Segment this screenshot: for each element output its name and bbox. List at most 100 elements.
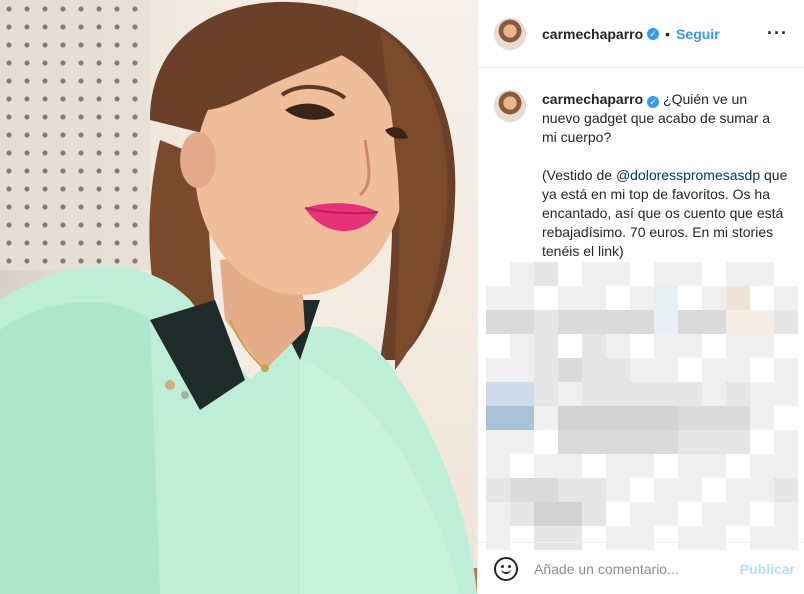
blur-tile	[726, 262, 750, 286]
blur-tile	[678, 406, 702, 430]
blur-tile	[534, 454, 558, 478]
blur-tile	[582, 262, 606, 286]
blur-tile	[774, 454, 798, 478]
blur-tile	[606, 310, 630, 334]
blur-tile	[534, 334, 558, 358]
caption-verified-badge-icon: ✓	[647, 96, 660, 108]
blur-tile	[606, 382, 630, 406]
blur-tile	[534, 358, 558, 382]
blur-tile	[702, 454, 726, 478]
separator-dot: •	[665, 25, 671, 42]
blur-tile	[582, 406, 606, 430]
blur-tile	[726, 382, 750, 406]
comment-input[interactable]	[534, 560, 740, 577]
mention-link[interactable]: @doloresspromesasdp	[616, 167, 760, 183]
blur-tile	[654, 358, 678, 382]
post-side-panel: carmechaparro ✓ • Seguir ··· carmechapar…	[477, 0, 804, 594]
blur-tile	[534, 382, 558, 406]
comment-bar: Publicar	[478, 542, 804, 594]
blur-tile	[534, 406, 558, 430]
blur-tile	[726, 502, 750, 526]
blur-tile	[582, 430, 606, 454]
blur-tile	[510, 478, 534, 502]
blur-tile	[558, 358, 582, 382]
blur-tile	[558, 502, 582, 526]
blur-tile	[654, 430, 678, 454]
blur-tile	[702, 310, 726, 334]
blur-tile	[630, 406, 654, 430]
blur-tile	[582, 310, 606, 334]
blur-tile	[678, 454, 702, 478]
blur-tile	[654, 286, 678, 310]
blur-tile	[606, 262, 630, 286]
blur-tile	[774, 430, 798, 454]
blur-tile	[774, 310, 798, 334]
blur-tile	[486, 406, 510, 430]
blur-tile	[558, 454, 582, 478]
blur-tile	[654, 262, 678, 286]
blur-tile	[774, 478, 798, 502]
blur-tile	[750, 406, 774, 430]
blur-tile	[510, 310, 534, 334]
emoji-icon[interactable]	[494, 556, 518, 581]
blur-tile	[774, 358, 798, 382]
blur-tile	[582, 502, 606, 526]
blur-tile	[486, 358, 510, 382]
blur-tile	[654, 406, 678, 430]
post-photo[interactable]	[0, 0, 477, 594]
blur-tile	[726, 358, 750, 382]
blur-tile	[702, 358, 726, 382]
blur-tile	[510, 286, 534, 310]
blur-tile	[702, 286, 726, 310]
blur-tile	[750, 454, 774, 478]
blur-tile	[534, 262, 558, 286]
blur-tile	[726, 334, 750, 358]
portrait-illustration	[0, 1, 477, 594]
blur-tile	[534, 478, 558, 502]
publish-button[interactable]: Publicar	[740, 561, 795, 577]
blur-tile	[630, 502, 654, 526]
blur-tile	[630, 286, 654, 310]
blur-tile	[750, 262, 774, 286]
blur-tile	[558, 406, 582, 430]
blur-tile	[702, 382, 726, 406]
blur-tile	[702, 430, 726, 454]
blur-tile	[654, 478, 678, 502]
blur-tile	[582, 382, 606, 406]
avatar[interactable]	[494, 17, 526, 50]
blur-tile	[606, 478, 630, 502]
blur-tile	[678, 262, 702, 286]
blur-tile	[702, 406, 726, 430]
caption-username[interactable]: carmechaparro	[542, 91, 643, 107]
blur-tile	[750, 382, 774, 406]
blur-tile	[606, 358, 630, 382]
post-header: carmechaparro ✓ • Seguir ···	[478, 0, 804, 68]
caption-part1: (Vestido de	[542, 167, 616, 183]
blur-tile	[582, 358, 606, 382]
blur-tile	[630, 382, 654, 406]
caption-avatar[interactable]	[494, 90, 526, 122]
blur-tile	[486, 286, 510, 310]
blur-tile	[558, 430, 582, 454]
blur-tile	[774, 502, 798, 526]
blur-tile	[510, 334, 534, 358]
follow-button[interactable]: Seguir	[676, 26, 720, 42]
blur-tile	[582, 286, 606, 310]
blur-tile	[726, 310, 750, 334]
blur-tile	[678, 310, 702, 334]
blur-tile	[678, 334, 702, 358]
blur-tile	[510, 406, 534, 430]
blur-tile	[510, 262, 534, 286]
blur-tile	[558, 382, 582, 406]
blur-tile	[630, 454, 654, 478]
more-options-icon[interactable]: ···	[767, 23, 788, 44]
blur-tile	[654, 502, 678, 526]
blur-tile	[726, 478, 750, 502]
blur-tile	[486, 478, 510, 502]
header-username[interactable]: carmechaparro	[542, 26, 643, 42]
blur-tile	[654, 310, 678, 334]
blur-tile	[486, 382, 510, 406]
blur-tile	[654, 382, 678, 406]
verified-badge-icon: ✓	[647, 27, 660, 40]
caption-text: carmechaparro ✓ ¿Quién ve un nuevo gadget…	[542, 90, 788, 261]
